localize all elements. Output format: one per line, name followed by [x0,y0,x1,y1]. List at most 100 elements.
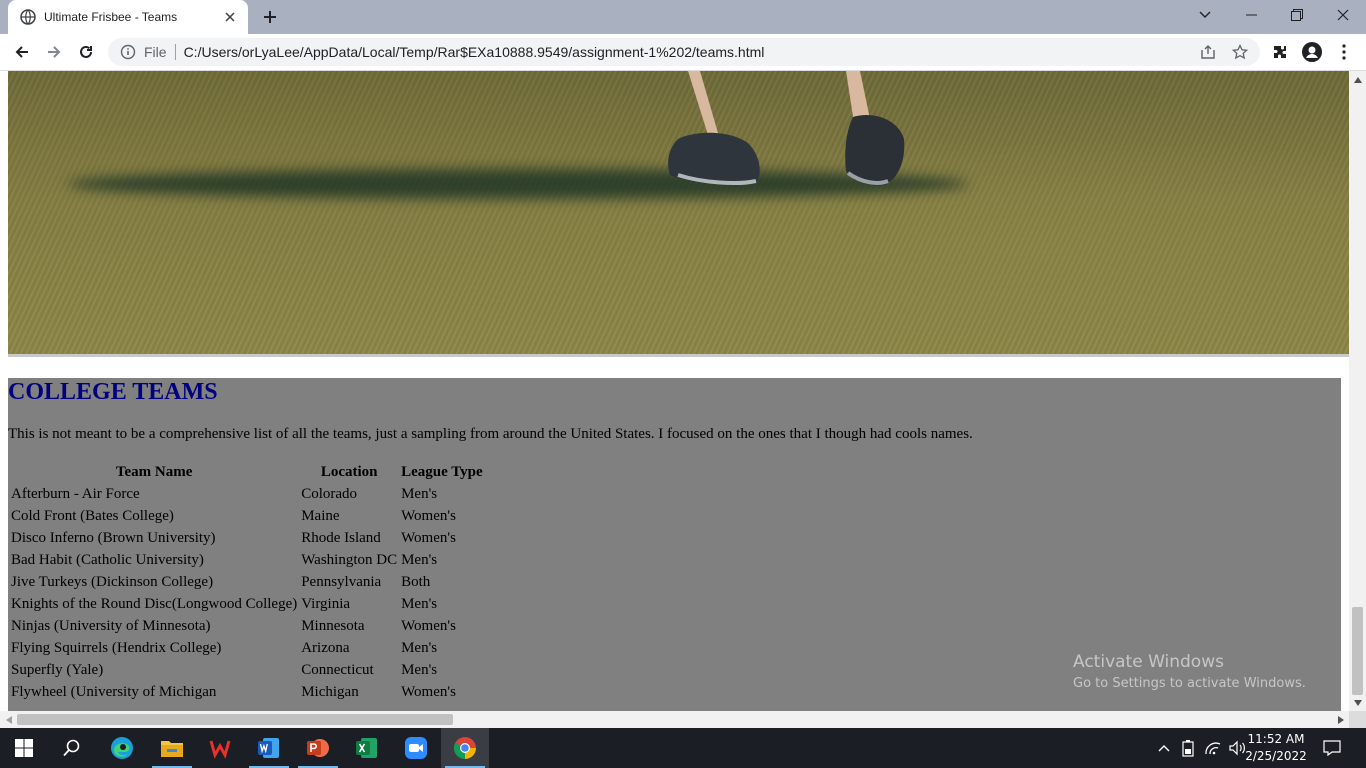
edge-icon[interactable] [98,728,146,768]
league-type-cell: Men's [401,486,438,502]
close-tab-icon[interactable] [222,9,238,25]
file-explorer-icon[interactable] [148,728,196,768]
column-header-team-name: Team Name [115,464,193,480]
powerpoint-icon[interactable] [294,728,342,768]
address-bar[interactable]: File C:/Users/orLyaLee/AppData/Local/Tem… [108,38,1260,66]
team-name-cell: Flywheel (University of Michigan [11,684,217,700]
excel-icon[interactable] [343,728,391,768]
profile-avatar-icon[interactable] [1298,38,1326,66]
show-hidden-icons-chevron-icon[interactable] [1154,738,1174,758]
location-cell: Connecticut [301,662,374,678]
league-type-cell: Men's [401,662,438,678]
table-row: Jive Turkeys (Dickinson College) Pennsyl… [10,572,484,592]
team-name-cell: Disco Inferno (Brown University) [11,530,216,546]
team-name-cell: Cold Front (Bates College) [11,508,174,524]
clock-date: 2/25/2022 [1245,749,1307,763]
location-cell: Colorado [301,486,358,502]
chrome-icon[interactable] [441,728,489,768]
battery-icon[interactable] [1178,738,1198,758]
league-type-cell: Women's [401,508,456,524]
league-type-cell: Women's [401,530,456,546]
new-tab-button[interactable] [258,5,282,29]
table-row: Superfly (Yale) Connecticut Men's [10,660,484,680]
share-icon[interactable] [1200,44,1216,60]
location-cell: Washington DC [301,552,398,568]
table-row: Disco Inferno (Brown University) Rhode I… [10,528,484,548]
restore-button[interactable] [1274,0,1320,30]
word-icon[interactable] [245,728,293,768]
wifi-icon[interactable] [1203,738,1223,758]
team-name-cell: Ninjas (University of Minnesota) [11,618,211,634]
horizontal-scroll-thumb[interactable] [17,714,453,725]
location-cell: Pennsylvania [301,574,382,590]
scroll-right-arrow-icon[interactable] [1332,711,1349,728]
horizontal-scrollbar[interactable] [0,711,1349,728]
location-cell: Minnesota [301,618,365,634]
scroll-up-arrow-icon[interactable] [1349,71,1366,88]
zoom-icon[interactable] [392,728,440,768]
notifications-icon[interactable] [1322,738,1342,758]
table-header-row: Team Name Location League Type [10,462,484,482]
browser-menu-icon[interactable] [1330,38,1358,66]
url-text[interactable]: C:/Users/orLyaLee/AppData/Local/Temp/Rar… [184,44,765,60]
league-type-cell: Both [401,574,431,590]
page-viewport: COLLEGE TEAMS This is not meant to be a … [0,71,1349,711]
table-row: Bad Habit (Catholic University) Washingt… [10,550,484,570]
start-button[interactable] [0,728,48,768]
globe-icon [20,9,36,25]
location-cell: Maine [301,508,340,524]
hero-border [8,354,1349,357]
back-button[interactable] [8,38,36,66]
league-type-cell: Women's [401,618,456,634]
vertical-scroll-thumb[interactable] [1352,607,1363,695]
scroll-left-arrow-icon[interactable] [0,711,17,728]
windows-logo-icon [15,739,33,757]
league-type-cell: Women's [401,684,456,700]
table-row: Ninjas (University of Minnesota) Minneso… [10,616,484,636]
tab-title: Ultimate Frisbee - Teams [44,10,178,24]
table-row: Knights of the Round Disc(Longwood Colle… [10,594,484,614]
bookmark-star-icon[interactable] [1232,44,1248,60]
wps-office-icon[interactable] [196,728,244,768]
team-name-cell: Flying Squirrels (Hendrix College) [11,640,222,656]
location-cell: Rhode Island [301,530,381,546]
hero-photo [8,71,1349,357]
watermark-title: Activate Windows [1073,652,1224,672]
extensions-icon[interactable] [1266,38,1294,66]
team-name-cell: Superfly (Yale) [11,662,104,678]
minimize-button[interactable] [1228,0,1274,30]
team-name-cell: Knights of the Round Disc(Longwood Colle… [11,596,298,612]
search-icon[interactable] [48,728,96,768]
intro-paragraph: This is not meant to be a comprehensive … [8,426,973,442]
table-row: Flywheel (University of Michigan Michiga… [10,682,484,702]
location-cell: Virginia [301,596,351,612]
player-legs-image [668,71,905,186]
table-row: Cold Front (Bates College) Maine Women's [10,506,484,526]
tab-strip: Ultimate Frisbee - Teams [0,0,1366,34]
scheme-label: File [144,44,176,60]
activate-windows-watermark: Activate Windows Go to Settings to activ… [1073,652,1306,693]
browser-toolbar: File C:/Users/orLyaLee/AppData/Local/Tem… [0,34,1366,71]
reload-button[interactable] [72,38,100,66]
page-title: COLLEGE TEAMS [8,379,218,405]
info-icon[interactable] [120,44,136,60]
vertical-scrollbar[interactable] [1349,71,1366,711]
scroll-down-arrow-icon[interactable] [1349,694,1366,711]
watermark-subtitle: Go to Settings to activate Windows. [1073,676,1306,691]
location-cell: Arizona [301,640,350,656]
browser-tab[interactable]: Ultimate Frisbee - Teams [8,0,248,34]
team-name-cell: Afterburn - Air Force [11,486,140,502]
column-header-league-type: League Type [401,464,483,480]
system-clock[interactable]: 11:52 AM 2/25/2022 [1244,731,1308,765]
league-type-cell: Men's [401,596,438,612]
clock-time: 11:52 AM [1247,732,1305,746]
table-row: Flying Squirrels (Hendrix College) Arizo… [10,638,484,658]
column-header-location: Location [320,464,378,480]
league-type-cell: Men's [401,640,438,656]
forward-button[interactable] [40,38,68,66]
windows-taskbar: 11:52 AM 2/25/2022 [0,728,1366,768]
team-name-cell: Jive Turkeys (Dickinson College) [11,574,214,590]
tab-search-icon[interactable] [1182,0,1228,30]
teams-table: Team Name Location League Type Afterburn… [8,460,486,704]
close-window-button[interactable] [1320,0,1366,30]
